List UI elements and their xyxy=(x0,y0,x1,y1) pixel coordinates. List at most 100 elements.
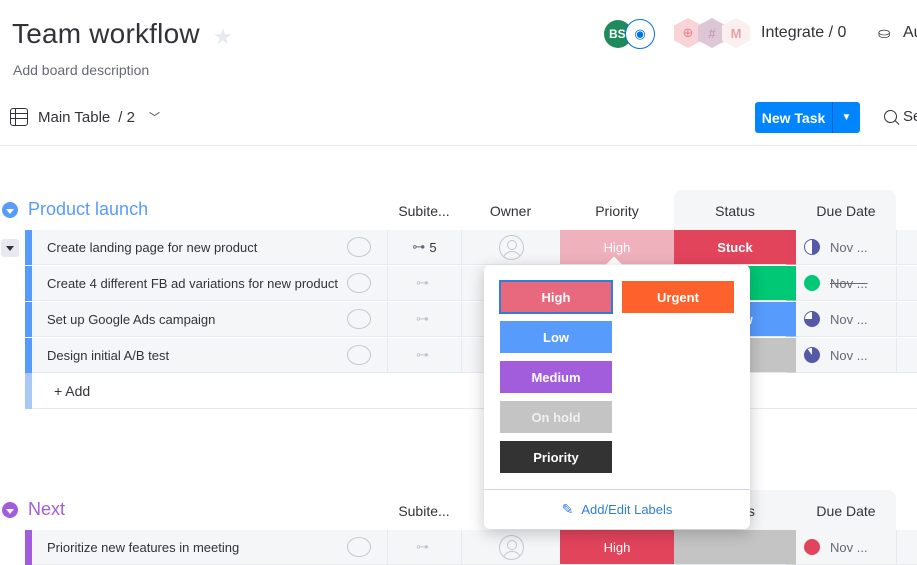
column-header-priority[interactable]: Priority xyxy=(560,203,674,219)
due-date-cell[interactable]: Nov ... xyxy=(796,230,896,265)
due-date-status-icon xyxy=(804,347,820,363)
column-header-due-date[interactable]: Due Date xyxy=(796,503,896,519)
table-row[interactable]: Design initial A/B test ⊶ Nov ... xyxy=(25,338,917,373)
table-row[interactable]: Prioritize new features in meeting ⊶ Hig… xyxy=(25,530,917,565)
status-cell[interactable]: Stuck xyxy=(674,230,796,265)
item-name-cell[interactable]: Design initial A/B test xyxy=(32,338,387,373)
owner-cell[interactable] xyxy=(461,530,560,565)
due-date-cell[interactable]: Nov ... xyxy=(796,338,896,373)
subitems-cell[interactable]: ⊶ 5 xyxy=(387,230,461,265)
table-row[interactable]: Create landing page for new product ⊶ 5 … xyxy=(25,230,917,265)
subitems-icon: ⊶ xyxy=(416,275,429,290)
chevron-down-icon[interactable]: ﹀ xyxy=(149,109,160,125)
priority-option-high[interactable]: High xyxy=(499,280,613,314)
add-edit-labels-button[interactable]: ✎ Add/Edit Labels xyxy=(484,501,750,518)
add-item-button[interactable]: + Add xyxy=(54,383,90,399)
board-description[interactable]: Add board description xyxy=(13,62,149,78)
due-date-value: Nov ... xyxy=(830,275,868,291)
status-cell-edge xyxy=(786,338,796,373)
table-row[interactable]: Set up Google Ads campaign ⊶ eview Nov .… xyxy=(25,302,917,337)
comment-bubble-icon[interactable] xyxy=(347,537,371,557)
column-header-status[interactable]: Status xyxy=(674,203,796,219)
empty-cell xyxy=(896,266,917,301)
item-name[interactable]: Create landing page for new product xyxy=(47,240,257,255)
search-label: Se xyxy=(903,108,917,125)
new-task-label[interactable]: New Task xyxy=(755,102,833,133)
status-cell[interactable] xyxy=(674,530,796,565)
owner-cell[interactable] xyxy=(461,230,560,265)
column-header-owner[interactable]: Owner xyxy=(461,203,560,219)
search-icon xyxy=(884,110,897,123)
comment-bubble-icon[interactable] xyxy=(347,273,371,293)
priority-option-on-hold[interactable]: On hold xyxy=(500,401,612,433)
viewer-eye-icon[interactable]: ◉ xyxy=(625,19,655,49)
item-name-cell[interactable]: Create landing page for new product xyxy=(32,230,387,265)
table-row[interactable]: Create 4 different FB ad variations for … xyxy=(25,266,917,301)
priority-option-urgent[interactable]: Urgent xyxy=(622,281,734,313)
group-collapse-toggle[interactable] xyxy=(2,502,18,518)
header-divider xyxy=(0,145,917,146)
empty-cell xyxy=(896,230,917,265)
status-label: Stuck xyxy=(717,239,753,255)
priority-option-medium[interactable]: Medium xyxy=(500,361,612,393)
column-header-due-date[interactable]: Due Date xyxy=(796,203,896,219)
empty-cell xyxy=(896,530,917,565)
due-date-value: Nov ... xyxy=(830,239,868,255)
favorite-star-icon[interactable]: ★ xyxy=(213,24,233,50)
item-name-cell[interactable]: Prioritize new features in meeting xyxy=(32,530,387,565)
group-collapse-toggle[interactable] xyxy=(2,202,18,218)
subitems-icon: ⊶ xyxy=(416,539,429,554)
priority-option-priority[interactable]: Priority xyxy=(500,441,612,473)
item-name[interactable]: Prioritize new features in meeting xyxy=(47,540,239,555)
group-title[interactable]: Product launch xyxy=(28,199,148,220)
group-color-bar xyxy=(25,530,32,565)
group-color-bar xyxy=(25,230,32,265)
view-count: / 2 xyxy=(118,108,135,126)
status-cell-edge xyxy=(786,530,796,565)
column-header-subitems[interactable]: Subite... xyxy=(387,503,461,519)
row-expand-button[interactable] xyxy=(1,239,19,257)
view-name: Main Table xyxy=(38,108,111,126)
automate-button[interactable]: Au xyxy=(903,24,917,42)
person-placeholder-icon xyxy=(498,234,524,260)
group-color-bar xyxy=(25,302,32,337)
subitems-cell[interactable]: ⊶ xyxy=(387,302,461,337)
priority-label-dropdown: High Urgent Low Medium On hold Priority ✎ Add… xyxy=(484,265,750,529)
due-date-cell[interactable]: Nov ... xyxy=(796,266,896,301)
board-title[interactable]: Team workflow xyxy=(12,18,200,50)
empty-cell xyxy=(896,338,917,373)
view-selector[interactable]: Main Table / 2 ﹀ xyxy=(10,108,160,126)
priority-option-low[interactable]: Low xyxy=(500,321,612,353)
priority-cell[interactable]: High xyxy=(560,530,674,565)
comment-bubble-icon[interactable] xyxy=(347,309,371,329)
twilio-integration-icon: ⊕ xyxy=(674,18,702,48)
pencil-icon: ✎ xyxy=(561,501,574,517)
add-item-row[interactable]: + Add xyxy=(25,373,917,409)
priority-label: High xyxy=(603,239,631,255)
group-title[interactable]: Next xyxy=(28,499,65,520)
due-date-status-icon xyxy=(804,275,820,291)
subitems-cell[interactable]: ⊶ xyxy=(387,266,461,301)
item-name-cell[interactable]: Set up Google Ads campaign xyxy=(32,302,387,337)
chevron-down-icon[interactable]: ▼ xyxy=(833,102,860,133)
column-header-subitems[interactable]: Subite... xyxy=(387,203,461,219)
subitems-cell[interactable]: ⊶ xyxy=(387,530,461,565)
item-name[interactable]: Create 4 different FB ad variations for … xyxy=(47,276,338,291)
due-date-cell[interactable]: Nov ... xyxy=(796,530,896,565)
due-date-status-icon xyxy=(804,239,820,255)
person-placeholder-icon xyxy=(498,534,524,560)
new-task-button[interactable]: New Task ▼ xyxy=(755,102,860,133)
comment-bubble-icon[interactable] xyxy=(347,237,371,257)
subitems-icon: ⊶ xyxy=(416,311,429,326)
subitems-icon: ⊶ xyxy=(416,347,429,362)
item-name[interactable]: Design initial A/B test xyxy=(47,348,169,363)
item-name[interactable]: Set up Google Ads campaign xyxy=(47,312,215,327)
search-button[interactable]: Se xyxy=(884,108,917,125)
comment-bubble-icon[interactable] xyxy=(347,345,371,365)
integrate-button[interactable]: Integrate / 0 xyxy=(761,24,846,42)
subitems-cell[interactable]: ⊶ xyxy=(387,338,461,373)
item-name-cell[interactable]: Create 4 different FB ad variations for … xyxy=(32,266,387,301)
status-cell-edge xyxy=(786,230,796,265)
due-date-cell[interactable]: Nov ... xyxy=(796,302,896,337)
robot-icon[interactable]: ⛀ xyxy=(878,24,891,42)
